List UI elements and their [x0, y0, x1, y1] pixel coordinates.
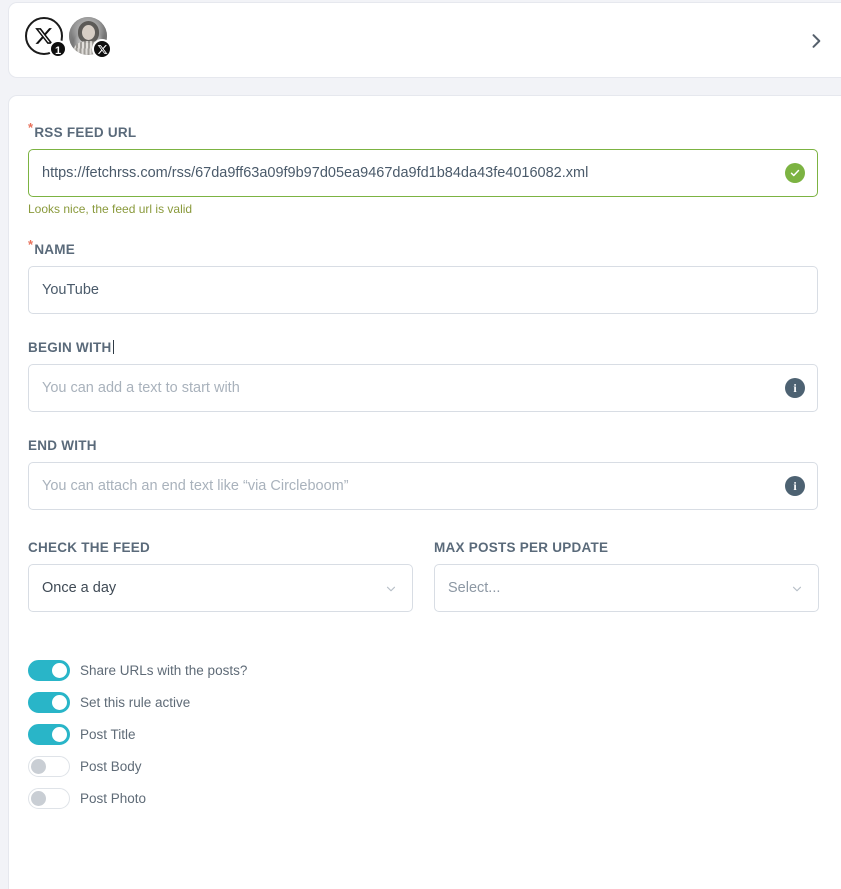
toggle-label: Post Photo	[80, 791, 147, 806]
label-end-with: END WITH	[28, 438, 818, 453]
max-posts-per-update-value: Select...	[448, 580, 501, 596]
toggle-post-title[interactable]: Post Title	[28, 724, 136, 745]
required-marker: *	[28, 236, 34, 252]
toggle-switch[interactable]	[28, 724, 70, 745]
toggle-switch[interactable]	[28, 660, 70, 681]
account-chip-user-profile[interactable]	[69, 17, 112, 59]
name-input[interactable]: YouTube	[28, 266, 818, 314]
toggle-post-photo[interactable]: Post Photo	[28, 788, 146, 809]
end-with-input[interactable]: You can attach an end text like “via Cir…	[28, 462, 818, 510]
chevron-down-icon	[790, 582, 804, 596]
field-begin-with: BEGIN WITH You can add a text to start w…	[28, 340, 818, 412]
name-value: YouTube	[42, 282, 99, 298]
check-the-feed-select[interactable]: Once a day	[28, 564, 413, 612]
label-rss-feed-url: *RSS FEED URL	[28, 121, 818, 141]
label-text: BEGIN WITH	[28, 340, 112, 355]
field-check-the-feed: CHECK THE FEED Once a day	[28, 540, 413, 612]
account-badge-x-logo-icon	[92, 39, 112, 59]
begin-with-input[interactable]: You can add a text to start with	[28, 364, 818, 412]
label-name: *NAME	[28, 238, 818, 258]
select-row: CHECK THE FEED Once a day MAX POSTS PER …	[28, 540, 819, 612]
toggle-list: Share URLs with the posts? Set this rule…	[28, 660, 818, 809]
info-circle-icon[interactable]: i	[785, 476, 805, 496]
toggle-label: Post Body	[80, 759, 142, 774]
field-max-posts-per-update: MAX POSTS PER UPDATE Select...	[434, 540, 819, 612]
toggle-label: Share URLs with the posts?	[80, 663, 248, 678]
account-chip-x-platform[interactable]: 1	[25, 17, 67, 58]
chevron-right-icon[interactable]	[803, 28, 829, 54]
rss-rule-form-card: *RSS FEED URL https://fetchrss.com/rss/6…	[8, 95, 841, 889]
page-root: 1 *RSS FEED URL https://fetchrss.com/rss…	[0, 0, 841, 889]
field-rss-feed-url: *RSS FEED URL https://fetchrss.com/rss/6…	[28, 121, 818, 216]
toggle-share-urls-with-the-posts[interactable]: Share URLs with the posts?	[28, 660, 247, 681]
toggle-switch[interactable]	[28, 692, 70, 713]
label-check-the-feed: CHECK THE FEED	[28, 540, 151, 555]
rss-feed-url-value: https://fetchrss.com/rss/67da9ff63a09f9b…	[42, 165, 589, 181]
account-badge-count: 1	[49, 40, 67, 58]
max-posts-per-update-select[interactable]: Select...	[434, 564, 819, 612]
account-list: 1	[25, 17, 112, 59]
toggle-post-body[interactable]: Post Body	[28, 756, 142, 777]
label-begin-with: BEGIN WITH	[28, 340, 818, 355]
toggle-set-this-rule-active[interactable]: Set this rule active	[28, 692, 190, 713]
label-text: NAME	[34, 242, 76, 257]
end-with-placeholder: You can attach an end text like “via Cir…	[42, 478, 349, 494]
required-marker: *	[28, 119, 34, 135]
begin-with-placeholder: You can add a text to start with	[42, 380, 240, 396]
rss-feed-url-input[interactable]: https://fetchrss.com/rss/67da9ff63a09f9b…	[28, 149, 818, 197]
toggle-switch[interactable]	[28, 756, 70, 777]
rss-feed-url-validation-message: Looks nice, the feed url is valid	[28, 202, 193, 216]
text-caret	[112, 340, 114, 354]
toggle-label: Post Title	[80, 727, 136, 742]
label-text: RSS FEED URL	[34, 125, 137, 140]
field-name: *NAME YouTube	[28, 238, 818, 314]
check-circle-icon	[785, 163, 805, 183]
field-end-with: END WITH You can attach an end text like…	[28, 438, 818, 510]
check-the-feed-value: Once a day	[42, 580, 117, 596]
toggle-label: Set this rule active	[80, 695, 191, 710]
toggle-switch[interactable]	[28, 788, 70, 809]
label-text: END WITH	[28, 438, 97, 453]
account-bar: 1	[8, 2, 841, 78]
info-circle-icon[interactable]: i	[785, 378, 805, 398]
label-max-posts-per-update: MAX POSTS PER UPDATE	[434, 540, 609, 555]
chevron-down-icon	[384, 582, 398, 596]
